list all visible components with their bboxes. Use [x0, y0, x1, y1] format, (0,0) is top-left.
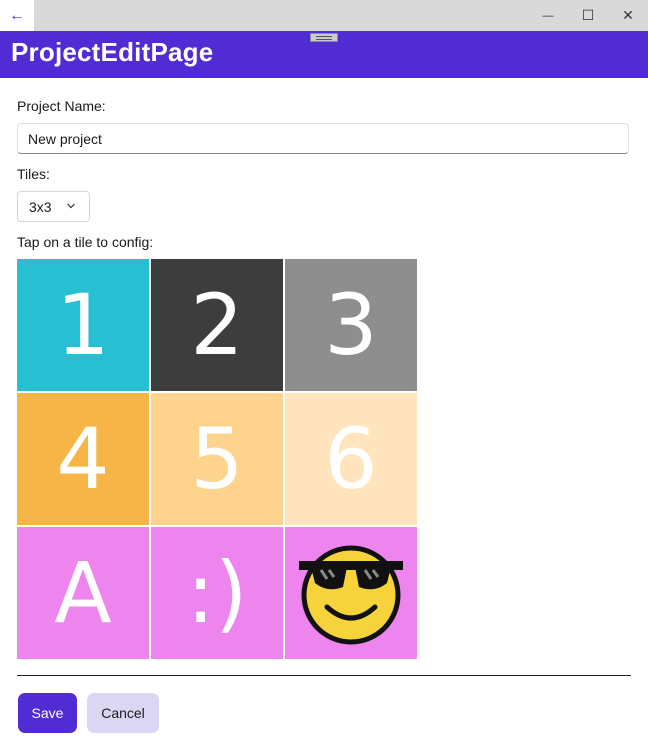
tile-label: A: [54, 544, 112, 642]
sunglasses-emoji-icon: [299, 545, 403, 645]
chevron-down-icon: [67, 203, 75, 209]
minimize-button[interactable]: —: [528, 0, 568, 31]
minimize-icon: —: [542, 9, 554, 22]
tile-5[interactable]: 5: [151, 393, 283, 525]
tile-label: 5: [190, 410, 244, 508]
tile-label: 4: [56, 410, 110, 508]
back-arrow-icon: ←: [9, 6, 25, 24]
project-name-label: Project Name:: [17, 98, 106, 114]
divider: [17, 675, 631, 676]
tiles-picker[interactable]: 3x3: [17, 191, 90, 222]
tile-2[interactable]: 2: [151, 259, 283, 391]
back-button[interactable]: ←: [0, 0, 34, 31]
page-title: ProjectEditPage: [11, 37, 214, 67]
tile-label: 3: [324, 276, 378, 374]
cancel-button[interactable]: Cancel: [87, 693, 159, 733]
tile-3[interactable]: 3: [285, 259, 417, 391]
tile-label: 1: [56, 276, 110, 374]
tap-instruction-label: Tap on a tile to config:: [17, 234, 154, 250]
close-button[interactable]: ✕: [608, 0, 648, 31]
tile-9[interactable]: [285, 527, 417, 659]
maximize-button[interactable]: ☐: [568, 0, 608, 31]
close-icon: ✕: [622, 7, 634, 23]
save-button[interactable]: Save: [18, 693, 77, 733]
tile-7[interactable]: A: [17, 527, 149, 659]
tile-6[interactable]: 6: [285, 393, 417, 525]
tile-8[interactable]: :): [151, 527, 283, 659]
project-name-input[interactable]: [17, 123, 629, 154]
app-header: ProjectEditPage: [0, 31, 648, 78]
drag-handle[interactable]: [310, 33, 338, 42]
tiles-picker-value: 3x3: [29, 199, 52, 215]
tile-4[interactable]: 4: [17, 393, 149, 525]
tile-label: :): [186, 544, 248, 642]
title-bar: ← — ☐ ✕: [0, 0, 648, 31]
tile-1[interactable]: 1: [17, 259, 149, 391]
tile-label: 6: [324, 410, 378, 508]
tiles-label: Tiles:: [17, 166, 50, 182]
maximize-icon: ☐: [581, 7, 595, 23]
tile-grid: 1 2 3 4 5 6 A :): [17, 259, 417, 659]
tile-label: 2: [190, 276, 244, 374]
